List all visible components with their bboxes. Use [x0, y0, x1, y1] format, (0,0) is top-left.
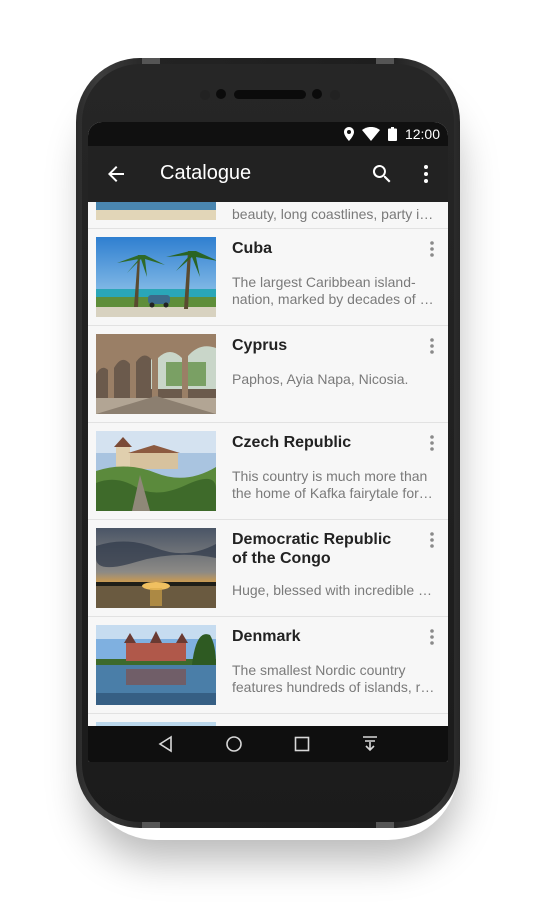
item-overflow-menu-icon[interactable] — [422, 627, 442, 647]
item-thumbnail — [96, 237, 216, 317]
item-description: Huge, blessed with incredible n… — [232, 582, 438, 598]
list-item[interactable]: Cyprus Paphos, Ayia Napa, Nicosia. — [88, 326, 448, 423]
item-title: Democratic Republic of the Congo — [232, 531, 392, 567]
item-title: Cyprus — [232, 337, 288, 354]
frame-band — [142, 58, 160, 64]
battery-icon — [387, 127, 397, 141]
item-overflow-menu-icon[interactable] — [422, 336, 442, 356]
hide-keyboard-icon[interactable] — [360, 734, 380, 754]
item-description: Paphos, Ayia Napa, Nicosia. — [232, 371, 409, 387]
item-overflow-menu-icon[interactable] — [422, 239, 442, 259]
sensor-dot — [312, 89, 322, 99]
item-title: Denmark — [232, 628, 301, 645]
location-icon — [343, 127, 354, 141]
app-bar: Catalogue — [88, 146, 448, 202]
system-nav-bar — [88, 726, 448, 762]
sensor-dot — [330, 90, 340, 100]
arrow-left-icon[interactable] — [104, 162, 128, 186]
catalogue-list[interactable]: beauty, long coastlines, party isl… Cuba… — [88, 202, 448, 726]
frame-band — [376, 822, 394, 828]
status-bar: 12:00 — [88, 122, 448, 146]
item-thumbnail — [96, 334, 216, 414]
item-thumbnail — [96, 528, 216, 608]
item-description: The largest Caribbean island- nation, ma… — [232, 274, 438, 307]
search-icon[interactable] — [370, 162, 394, 186]
list-item[interactable] — [88, 714, 448, 726]
speaker-grille — [234, 90, 306, 99]
item-overflow-menu-icon[interactable] — [422, 530, 442, 550]
frame-band — [376, 58, 394, 64]
list-item[interactable]: Denmark The smallest Nordic country feat… — [88, 617, 448, 714]
list-item[interactable]: Cuba The largest Caribbean island- natio… — [88, 229, 448, 326]
item-thumbnail — [96, 431, 216, 511]
back-triangle-icon[interactable] — [156, 734, 176, 754]
item-title: Czech Republic — [232, 434, 352, 451]
page-title: Catalogue — [160, 162, 252, 184]
list-item[interactable]: Democratic Republic of the Congo Huge, b… — [88, 520, 448, 617]
home-circle-icon[interactable] — [224, 734, 244, 754]
sensor-dot — [200, 90, 210, 100]
item-description: beauty, long coastlines, party isl… — [232, 206, 438, 222]
recents-square-icon[interactable] — [292, 734, 312, 754]
item-description: The smallest Nordic country features hun… — [232, 662, 438, 695]
list-item[interactable]: Czech Republic This country is much more… — [88, 423, 448, 520]
more-vert-icon[interactable] — [414, 162, 438, 186]
item-title: Cuba — [232, 240, 272, 257]
camera-dot — [216, 89, 226, 99]
status-time: 12:00 — [404, 126, 440, 142]
item-description: This country is much more than the home … — [232, 468, 438, 501]
wifi-icon — [361, 127, 380, 141]
screen: 12:00 Catalogue beauty, long coastlines,… — [88, 122, 448, 762]
item-overflow-menu-icon[interactable] — [422, 433, 442, 453]
list-item[interactable]: beauty, long coastlines, party isl… — [88, 202, 448, 229]
item-thumbnail — [96, 625, 216, 705]
item-thumbnail — [96, 202, 216, 220]
frame-band — [142, 822, 160, 828]
